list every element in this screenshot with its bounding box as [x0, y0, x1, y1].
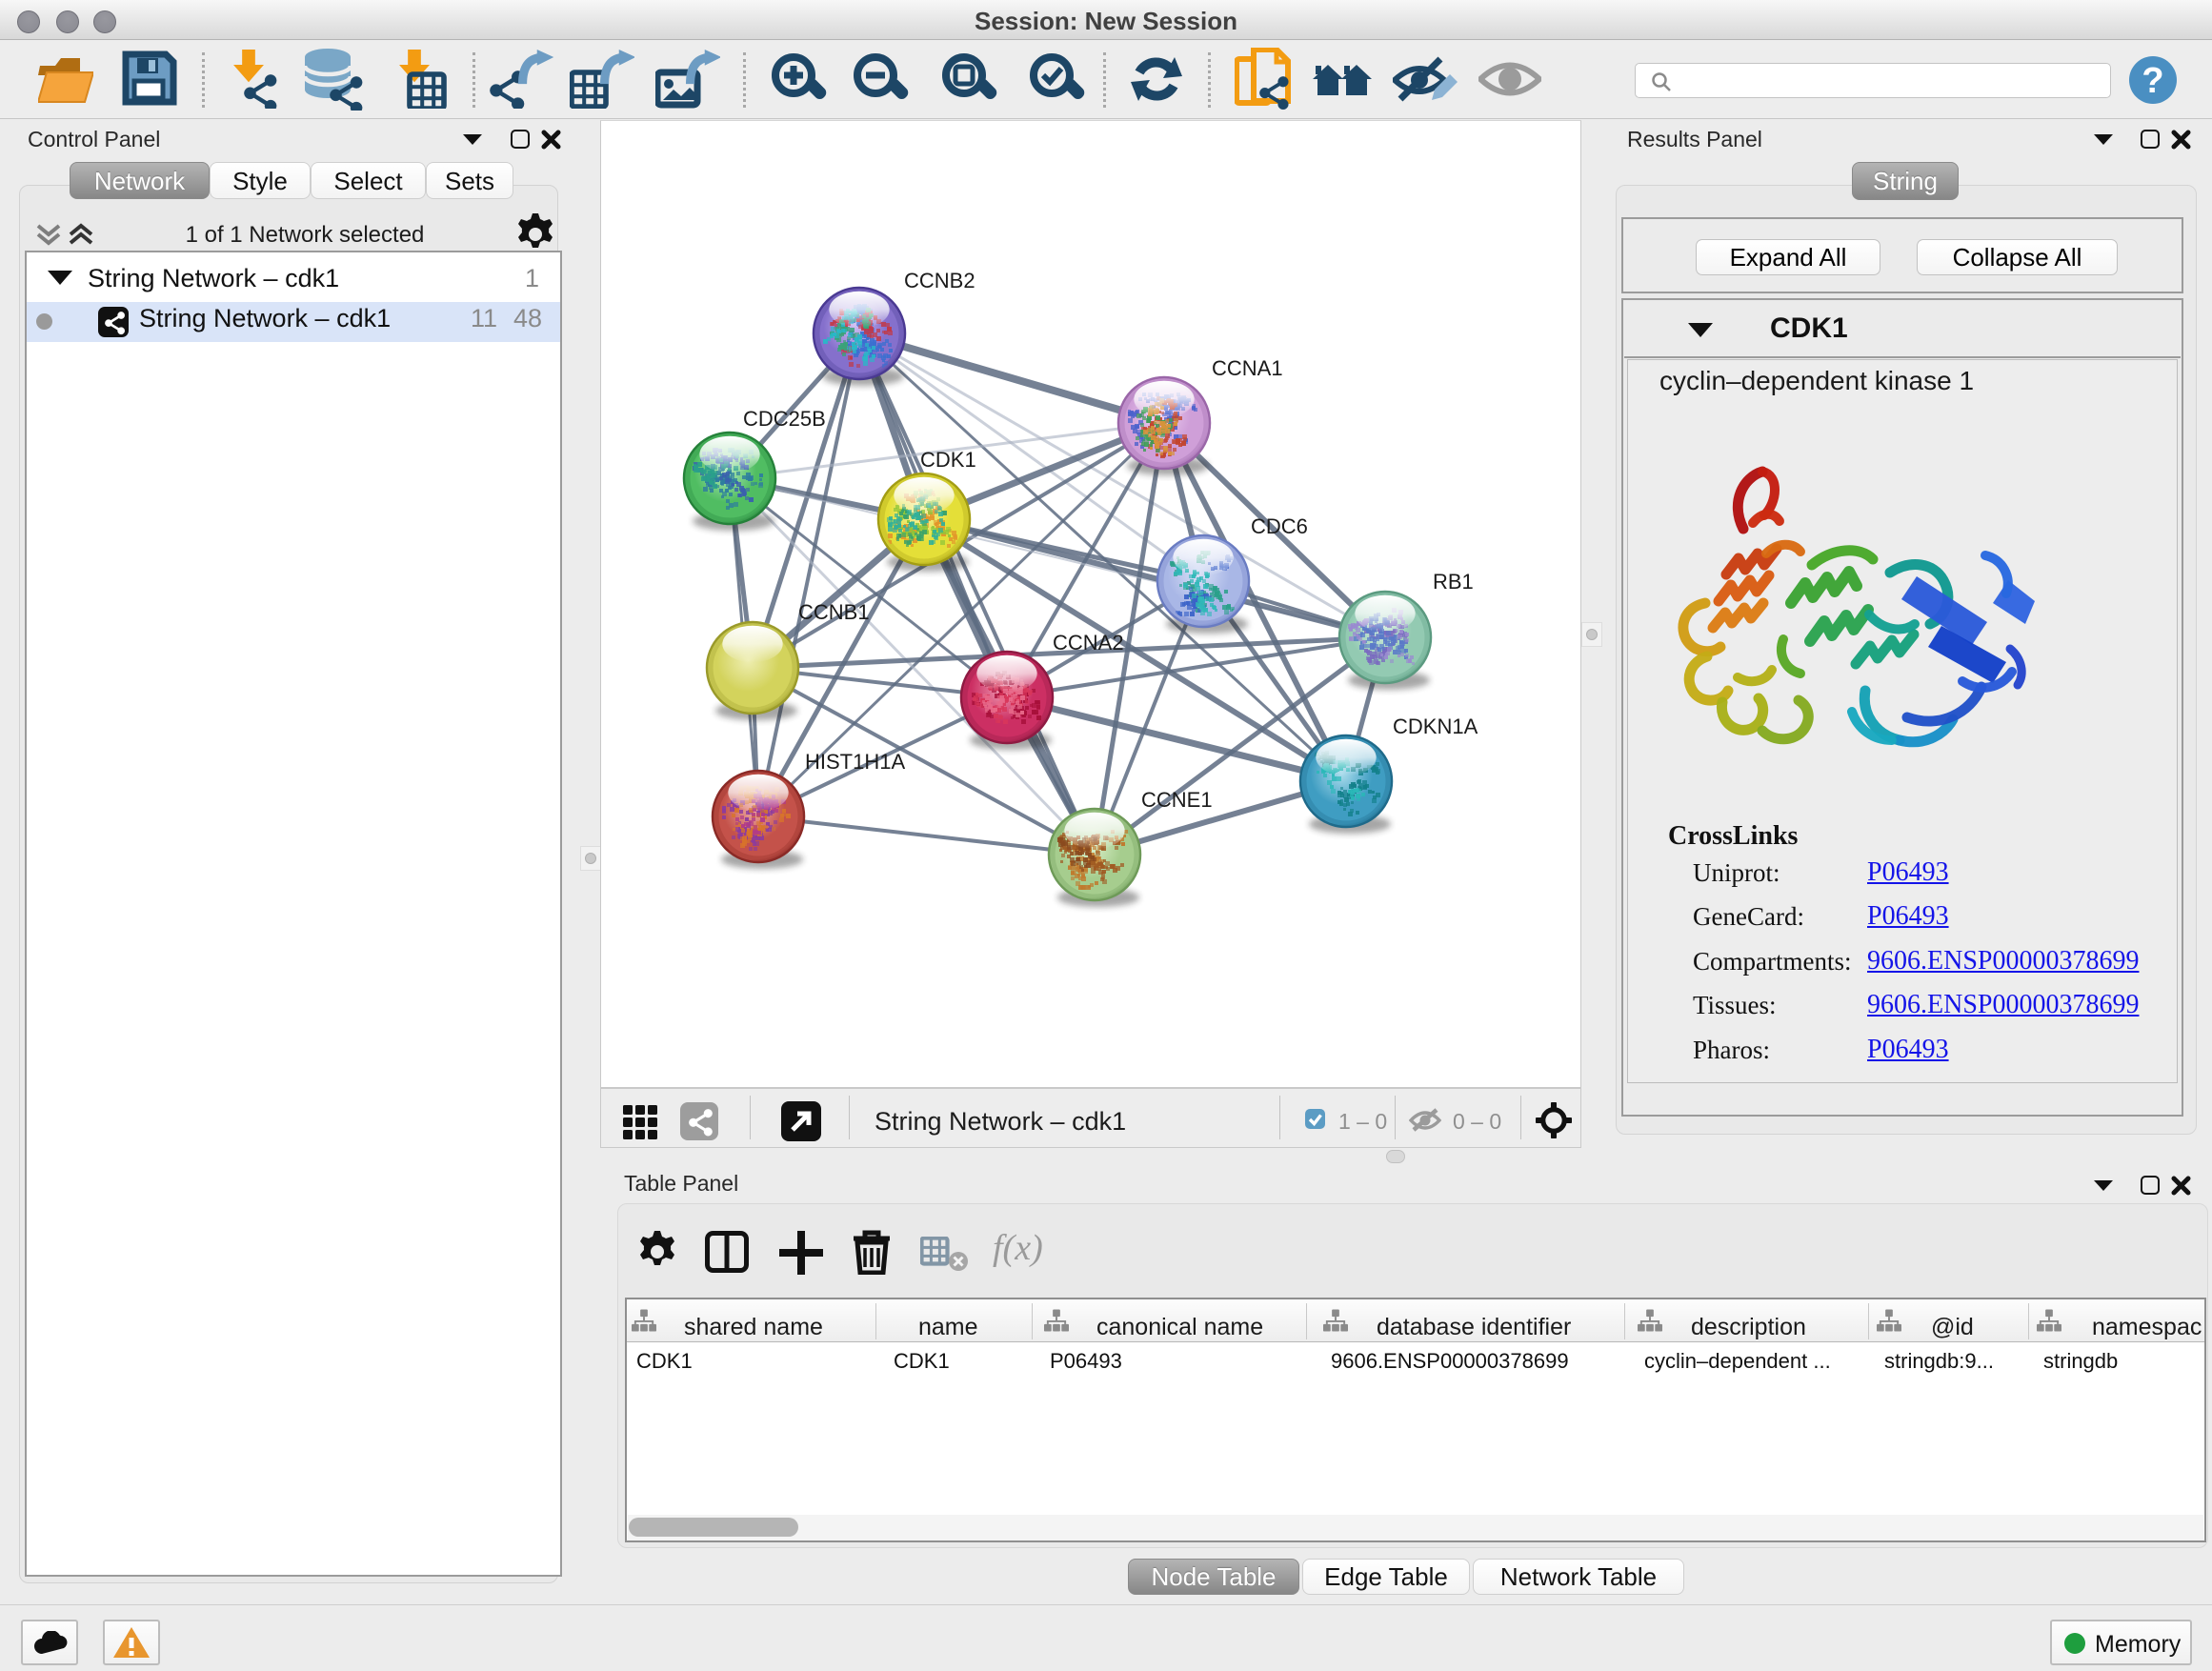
svg-text:CCNE1: CCNE1: [1141, 788, 1213, 812]
svg-text:?: ?: [2142, 61, 2163, 101]
svg-text:CCNA2: CCNA2: [1053, 631, 1124, 654]
svg-text:CDC6: CDC6: [1251, 514, 1308, 538]
svg-text:CCNA1: CCNA1: [1212, 356, 1283, 380]
svg-text:CDKN1A: CDKN1A: [1393, 715, 1478, 738]
svg-text:CDC25B: CDC25B: [743, 407, 826, 431]
svg-text:CCNB1: CCNB1: [798, 600, 870, 624]
svg-text:CCNB2: CCNB2: [904, 269, 975, 292]
svg-text:CDK1: CDK1: [920, 448, 976, 472]
svg-text:HIST1H1A: HIST1H1A: [805, 750, 905, 774]
svg-text:RB1: RB1: [1433, 570, 1474, 594]
